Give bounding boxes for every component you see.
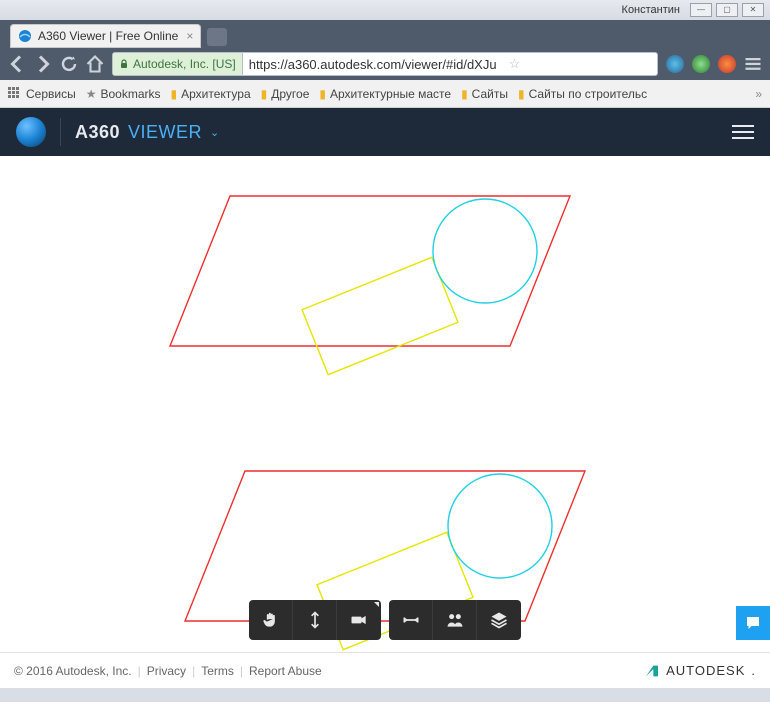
- parallelogram-shape: [170, 196, 570, 346]
- submenu-indicator-icon: [374, 602, 379, 607]
- folder-icon: ▮: [171, 87, 178, 101]
- close-button[interactable]: ✕: [742, 3, 764, 17]
- folder-label: Архитектурные масте: [330, 87, 451, 101]
- minimize-button[interactable]: —: [690, 3, 712, 17]
- app-logo-icon[interactable]: [16, 117, 46, 147]
- autodesk-period: .: [751, 663, 756, 678]
- tool-group-nav: [249, 600, 381, 640]
- camera-icon: [349, 610, 369, 630]
- chat-icon: [744, 614, 762, 632]
- apps-icon: [8, 87, 22, 101]
- orbit-icon: [305, 610, 325, 630]
- tab-title-text: A360 Viewer | Free Online: [38, 29, 178, 43]
- feedback-button[interactable]: [736, 606, 770, 640]
- browser-tabstrip: A360 Viewer | Free Online ×: [0, 20, 770, 48]
- browser-urlbar: Autodesk, Inc. [US] https://a360.autodes…: [0, 48, 770, 80]
- viewer-canvas[interactable]: [0, 156, 770, 652]
- maximize-button[interactable]: ▢: [716, 3, 738, 17]
- lock-icon: [119, 59, 129, 69]
- measure-icon: [401, 610, 421, 630]
- folder-label: Архитектура: [181, 87, 251, 101]
- os-user-label: Константин: [616, 4, 686, 16]
- close-icon: ✕: [750, 6, 757, 14]
- reload-button[interactable]: [60, 55, 78, 73]
- maximize-icon: ▢: [723, 6, 731, 14]
- footer-link-privacy[interactable]: Privacy: [147, 664, 186, 678]
- layers-tool-button[interactable]: [477, 600, 521, 640]
- app-menu-button[interactable]: [732, 125, 754, 139]
- hand-icon: [261, 610, 281, 630]
- cert-owner: Autodesk, Inc. [US]: [133, 57, 236, 71]
- app-header: A360 VIEWER ⌄: [0, 108, 770, 156]
- drawing-group-1: [170, 196, 570, 375]
- folder-label: Сайты: [472, 87, 508, 101]
- apps-link[interactable]: Сервисы: [8, 87, 76, 101]
- viewer-toolbar: [249, 600, 521, 640]
- circle-shape: [448, 474, 552, 578]
- url-field[interactable]: Autodesk, Inc. [US] https://a360.autodes…: [112, 52, 658, 76]
- home-button[interactable]: [86, 55, 104, 73]
- os-taskbar[interactable]: [0, 688, 770, 702]
- url-text: https://a360.autodesk.com/viewer/#id/dXJ…: [243, 57, 503, 72]
- orbit-tool-button[interactable]: [293, 600, 337, 640]
- browser-menu-button[interactable]: [744, 55, 762, 73]
- browser-tab[interactable]: A360 Viewer | Free Online ×: [10, 24, 201, 48]
- bookmark-folder[interactable]: ▮Архитектура: [171, 87, 251, 101]
- footer-sep: |: [240, 664, 243, 678]
- autodesk-logo[interactable]: AUTODESK.: [644, 663, 756, 679]
- autodesk-brand-text: AUTODESK: [666, 663, 745, 678]
- footer-link-terms[interactable]: Terms: [201, 664, 234, 678]
- copyright-text: © 2016 Autodesk, Inc.: [14, 664, 132, 678]
- bookmark-folder[interactable]: ▮ Сайты по строительс: [518, 87, 647, 101]
- favicon-icon: [18, 29, 32, 43]
- chevron-down-icon: ⌄: [210, 126, 220, 139]
- people-icon: [445, 610, 465, 630]
- star-icon: ★: [86, 87, 97, 101]
- folder-label: Сайты по строительс: [529, 87, 648, 101]
- bookmarks-overflow-button[interactable]: »: [755, 87, 762, 101]
- folder-icon: ▮: [461, 87, 468, 101]
- bookmarks-label: Bookmarks: [100, 87, 160, 101]
- footer-sep: |: [192, 664, 195, 678]
- pan-tool-button[interactable]: [249, 600, 293, 640]
- bookmarks-link[interactable]: ★ Bookmarks: [86, 87, 161, 101]
- footer-sep: |: [138, 664, 141, 678]
- bookmark-star-button[interactable]: ☆: [503, 56, 527, 72]
- section-tool-button[interactable]: [433, 600, 477, 640]
- camera-tool-button[interactable]: [337, 600, 381, 640]
- app-title-strong: A360: [75, 122, 120, 143]
- app-title-dropdown[interactable]: A360 VIEWER ⌄: [75, 122, 220, 143]
- new-tab-button[interactable]: [207, 28, 227, 46]
- autodesk-icon: [644, 663, 660, 679]
- circle-shape: [433, 199, 537, 303]
- drawing-svg: [0, 156, 770, 652]
- rectangle-shape: [302, 257, 458, 374]
- folder-icon: ▮: [319, 87, 326, 101]
- bookmark-folder[interactable]: ▮ Архитектурные масте: [319, 87, 451, 101]
- parallelogram-shape: [185, 471, 585, 621]
- extension-icon-2[interactable]: [692, 55, 710, 73]
- tab-close-button[interactable]: ×: [184, 29, 195, 43]
- app-title-sub: VIEWER: [128, 122, 202, 143]
- measure-tool-button[interactable]: [389, 600, 433, 640]
- apps-label: Сервисы: [26, 87, 76, 101]
- back-button[interactable]: [8, 55, 26, 73]
- forward-button[interactable]: [34, 55, 52, 73]
- app-footer: © 2016 Autodesk, Inc. | Privacy | Terms …: [0, 652, 770, 688]
- secure-badge: Autodesk, Inc. [US]: [113, 53, 243, 75]
- bookmarks-bar: Сервисы ★ Bookmarks ▮Архитектура ▮Другое…: [0, 80, 770, 108]
- os-titlebar: . Константин — ▢ ✕: [0, 0, 770, 20]
- minimize-icon: —: [697, 6, 705, 14]
- footer-link-report[interactable]: Report Abuse: [249, 664, 322, 678]
- bookmark-folder[interactable]: ▮Другое: [261, 87, 310, 101]
- folder-icon: ▮: [261, 87, 268, 101]
- folder-icon: ▮: [518, 87, 525, 101]
- extension-icon-3[interactable]: [718, 55, 736, 73]
- layers-icon: [489, 610, 509, 630]
- tool-group-analyze: [389, 600, 521, 640]
- extension-icon-1[interactable]: [666, 55, 684, 73]
- folder-label: Другое: [271, 87, 309, 101]
- header-separator: [60, 118, 61, 146]
- bookmark-folder[interactable]: ▮ Сайты: [461, 87, 508, 101]
